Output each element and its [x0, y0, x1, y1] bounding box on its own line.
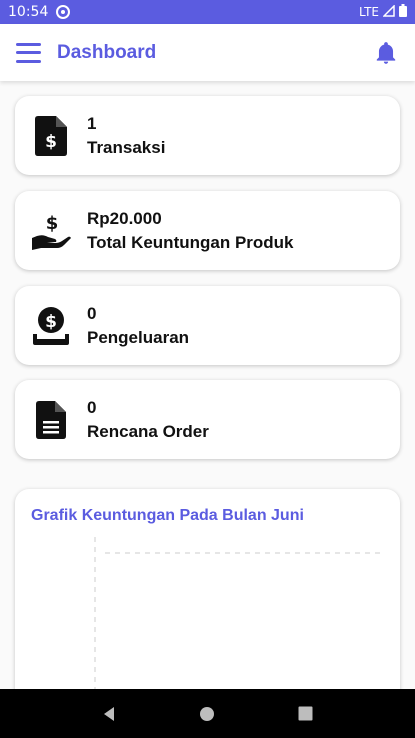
network-type: LTE — [359, 5, 379, 19]
svg-text:$: $ — [46, 213, 59, 234]
card-value: 0 — [87, 303, 97, 323]
svg-text:$: $ — [45, 312, 57, 332]
hand-dollar-icon: $ — [15, 212, 87, 250]
recents-icon[interactable] — [296, 704, 316, 724]
card-rencana-order[interactable]: 0 Rencana Order — [15, 380, 400, 459]
card-label: Total Keuntungan Produk — [87, 232, 294, 252]
signal-icon — [382, 3, 395, 20]
back-icon[interactable] — [99, 704, 119, 724]
sync-icon — [56, 5, 71, 19]
card-value: Rp20.000 — [87, 208, 162, 228]
status-bar: 10:54 LTE — [0, 0, 415, 24]
svg-text:$: $ — [45, 132, 57, 152]
status-right: LTE — [359, 3, 407, 20]
card-label: Transaksi — [87, 137, 166, 157]
home-icon[interactable] — [197, 704, 217, 724]
bell-icon[interactable] — [373, 40, 399, 66]
navigation-bar — [0, 689, 415, 738]
document-icon — [15, 400, 87, 439]
card-pengeluaran[interactable]: $ 0 Pengeluaran — [15, 286, 400, 365]
money-tray-icon: $ — [15, 306, 87, 346]
card-value: 1 — [87, 113, 97, 133]
card-total-keuntungan[interactable]: $ Rp20.000 Total Keuntungan Produk — [15, 191, 400, 270]
card-value: 0 — [87, 397, 97, 417]
chart-title: Grafik Keuntungan Pada Bulan Juni — [31, 507, 304, 524]
card-label: Rencana Order — [87, 421, 209, 441]
status-time: 10:54 — [8, 4, 49, 20]
card-label: Pengeluaran — [87, 327, 190, 347]
card-transaksi[interactable]: $ 1 Transaksi — [15, 96, 400, 175]
app-bar: Dashboard — [0, 24, 415, 81]
invoice-dollar-icon: $ — [15, 115, 87, 156]
hamburger-menu-icon[interactable] — [16, 42, 41, 63]
chart-card: Grafik Keuntungan Pada Bulan Juni — [15, 489, 400, 709]
battery-icon — [399, 4, 407, 20]
page-title: Dashboard — [57, 41, 157, 63]
